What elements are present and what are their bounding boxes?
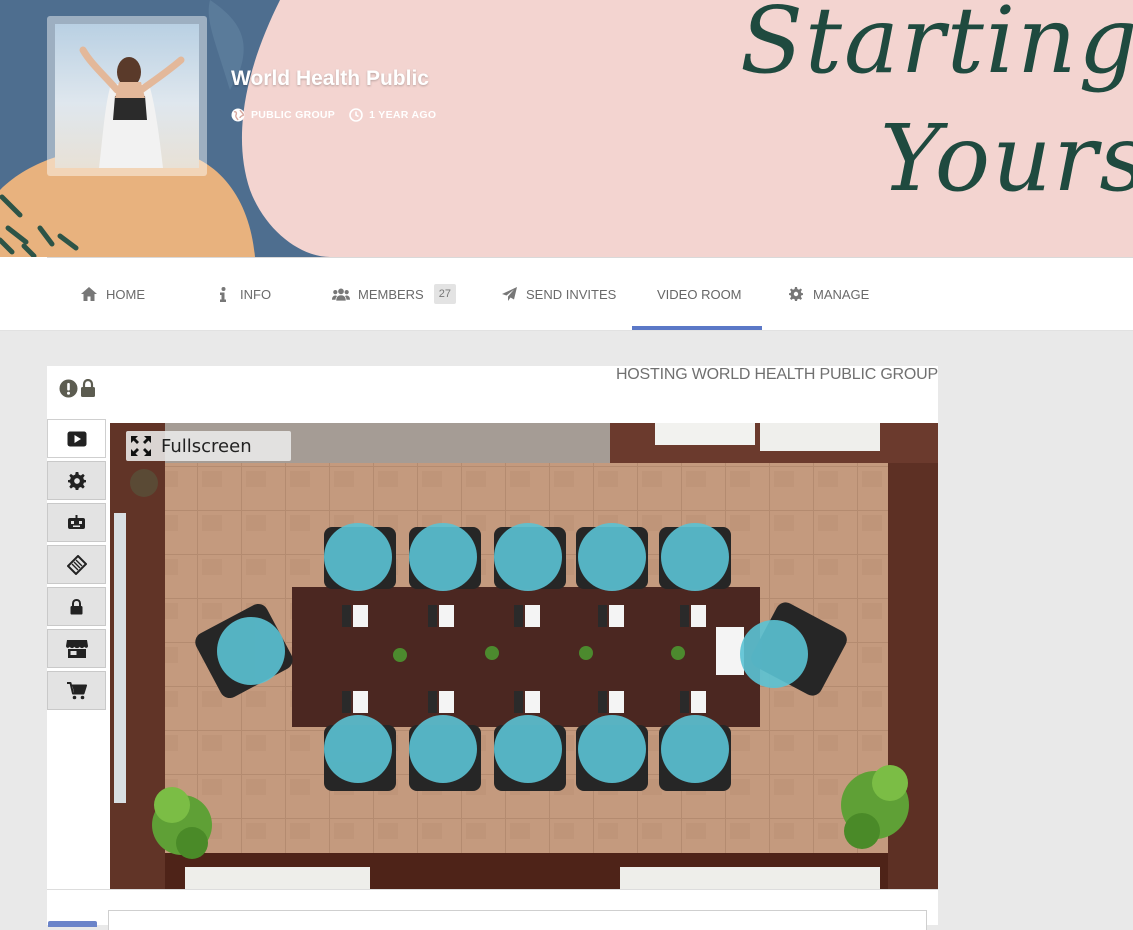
video-room-scene: Fullscreen [110,423,938,889]
group-nav: HOME INFO MEMBERS 27 SEND INVITES VIDEO … [0,257,1133,331]
room-toolbar [47,419,106,713]
tool-cart[interactable] [47,671,106,710]
avatar-image [55,24,199,168]
gear-icon [67,471,86,490]
members-count-badge: 27 [433,284,456,304]
ticket-icon [66,554,87,575]
active-tab-indicator [632,326,762,330]
tool-store[interactable] [47,629,106,668]
tool-lock[interactable] [47,587,106,626]
nav-send-invites[interactable]: SEND INVITES [500,257,616,331]
globe-icon [231,108,245,122]
group-cover: Starting Yourse World Health Public PUBL… [0,0,1133,257]
hosting-label: HOSTING WORLD HEALTH PUBLIC GROUP [615,366,938,383]
lock-icon[interactable] [80,379,96,398]
home-icon [81,287,97,301]
tool-video[interactable] [47,419,106,458]
tool-bot[interactable] [47,503,106,542]
clock-icon [349,108,363,122]
robot-icon [68,514,85,529]
lock-icon [70,598,83,614]
users-icon [332,288,350,301]
bottom-tab[interactable] [48,921,97,927]
store-icon [65,639,88,658]
paper-plane-icon [501,287,517,301]
group-type: PUBLIC GROUP [251,109,336,121]
cart-icon [66,681,87,699]
play-icon [67,431,86,446]
nav-info[interactable]: INFO [214,257,271,331]
fullscreen-label: Fullscreen [161,435,252,457]
nav-home[interactable]: HOME [80,257,145,331]
chat-input[interactable] [108,910,927,930]
expand-icon [131,436,151,456]
tool-tickets[interactable] [47,545,106,584]
group-title: World Health Public [231,67,429,90]
tool-settings[interactable] [47,461,106,500]
group-age: 1 YEAR AGO [369,109,437,121]
nav-members[interactable]: MEMBERS 27 [332,257,456,331]
exclamation-icon[interactable] [59,379,78,398]
group-meta: PUBLIC GROUP 1 YEAR AGO [231,108,436,122]
gear-icon [789,287,803,301]
nav-manage[interactable]: MANAGE [787,257,869,331]
nav-video-room[interactable]: VIDEO ROOM [657,257,742,331]
room-bottom-area [47,889,938,930]
fullscreen-button[interactable]: Fullscreen [126,431,291,461]
room-floor-plan [110,423,938,889]
cover-lettering: Starting Yourse [740,0,1133,212]
room-status-icons [59,379,96,398]
info-icon [220,286,226,302]
video-room-panel: HOSTING WORLD HEALTH PUBLIC GROUP Fullsc… [47,366,938,930]
group-avatar[interactable] [47,16,207,176]
